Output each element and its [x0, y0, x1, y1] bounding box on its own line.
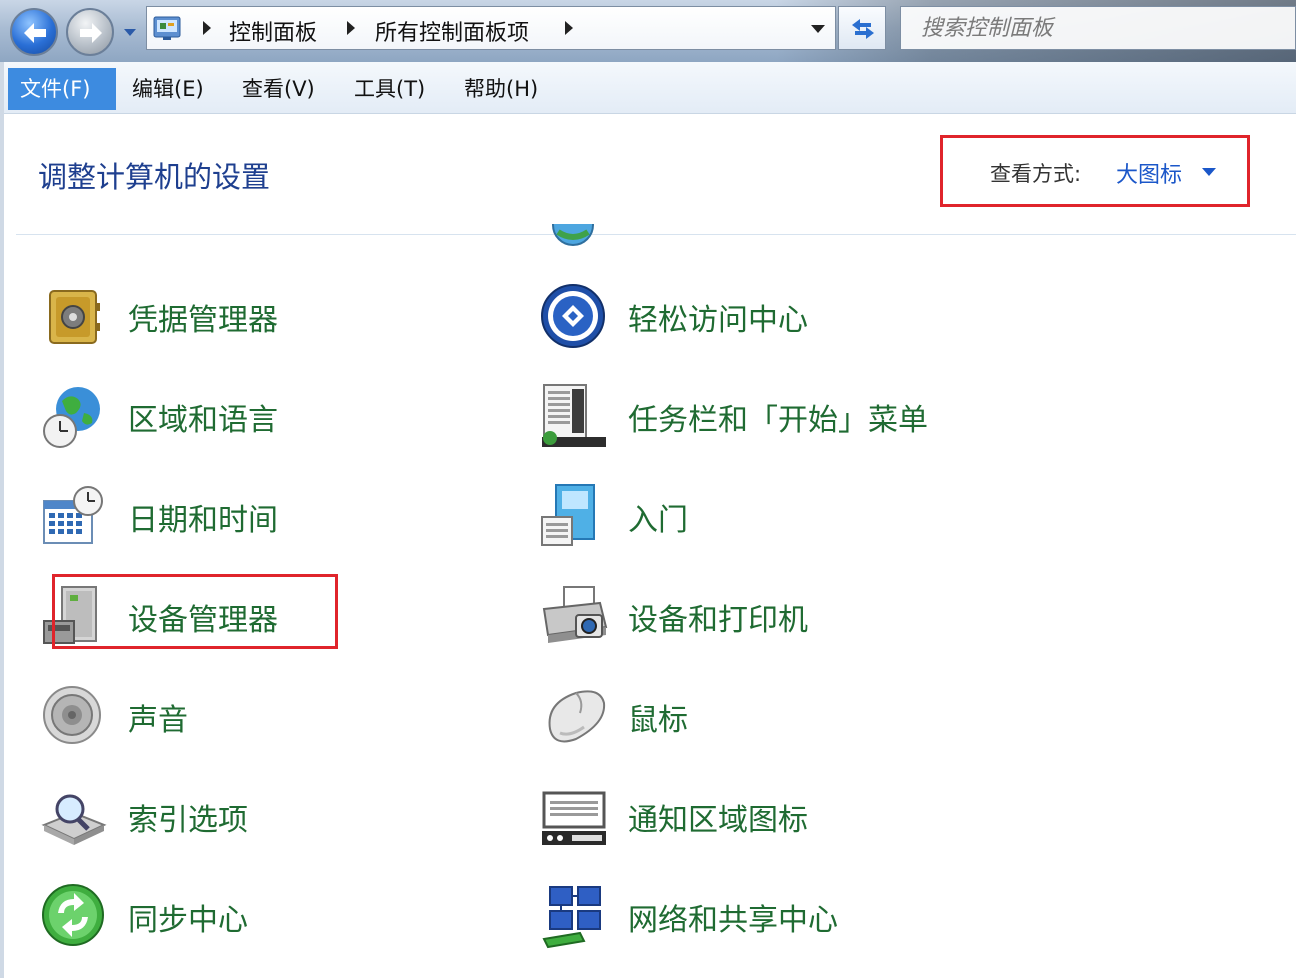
item-label: 入门 — [628, 503, 688, 538]
menu-view[interactable]: 查看(V) — [230, 68, 327, 110]
item-label: 轻松访问中心 — [628, 303, 808, 338]
menu-tools[interactable]: 工具(T) — [342, 68, 437, 110]
item-label: 鼠标 — [628, 703, 688, 738]
item-label: 网络和共享中心 — [628, 903, 838, 938]
item-label: 区域和语言 — [128, 403, 278, 438]
menu-help[interactable]: 帮助(H) — [452, 68, 550, 110]
breadcrumb-separator-icon[interactable] — [565, 21, 573, 35]
item-label: 同步中心 — [128, 903, 248, 938]
search-box[interactable] — [900, 6, 1296, 50]
menu-file[interactable]: 文件(F) — [8, 68, 116, 110]
back-button[interactable] — [10, 8, 58, 56]
globe-clock-icon — [43, 387, 100, 448]
breadcrumb-all-items[interactable]: 所有控制面板项 — [375, 15, 529, 47]
taskbar-start-icon — [542, 384, 606, 447]
calendar-clock-icon — [43, 486, 103, 544]
item-label: 通知区域图标 — [628, 803, 808, 838]
address-bar: 控制面板 所有控制面板项 — [0, 0, 1296, 62]
item-label: 设备和打印机 — [628, 603, 808, 638]
notification-area-icon — [542, 791, 606, 845]
forward-button[interactable] — [66, 8, 114, 56]
breadcrumb-control-panel[interactable]: 控制面板 — [229, 15, 317, 47]
sync-icon — [42, 884, 104, 946]
arrow-right-icon — [80, 23, 102, 43]
ease-of-access-icon — [541, 284, 605, 348]
arrow-left-icon — [24, 23, 46, 43]
item-label: 凭据管理器 — [128, 303, 278, 338]
menu-edit[interactable]: 编辑(E) — [120, 68, 216, 110]
refresh-button[interactable] — [838, 6, 886, 50]
history-dropdown-icon[interactable] — [122, 24, 138, 40]
device-manager-highlight — [52, 574, 338, 649]
item-label: 日期和时间 — [128, 503, 278, 538]
network-sharing-icon — [542, 886, 601, 949]
control-panel-icon — [153, 16, 181, 40]
item-label: 索引选项 — [128, 803, 248, 838]
search-input[interactable] — [901, 7, 1295, 49]
header-divider — [16, 234, 1296, 235]
partial-item-icon — [550, 224, 596, 248]
credential-vault-icon — [49, 290, 100, 344]
refresh-icon — [852, 19, 874, 39]
item-label: 任务栏和「开始」菜单 — [628, 403, 928, 438]
page-title: 调整计算机的设置 — [38, 160, 271, 194]
breadcrumb-separator-icon[interactable] — [347, 21, 355, 35]
menu-bar: 文件(F) 编辑(E) 查看(V) 工具(T) 帮助(H) — [0, 62, 1296, 114]
breadcrumb[interactable]: 控制面板 所有控制面板项 — [146, 6, 836, 50]
window-border — [0, 62, 4, 978]
address-dropdown-icon[interactable] — [811, 25, 825, 33]
view-by-label: 查看方式: — [990, 162, 1082, 186]
mouse-icon — [548, 690, 606, 743]
search-index-icon — [41, 794, 107, 845]
speaker-icon — [43, 686, 101, 744]
chevron-down-icon[interactable] — [1202, 168, 1216, 176]
breadcrumb-separator-icon[interactable] — [203, 21, 211, 35]
devices-printers-icon — [542, 586, 608, 643]
getting-started-icon — [541, 484, 595, 546]
item-label: 声音 — [128, 703, 188, 738]
view-by-dropdown[interactable]: 大图标 — [1116, 157, 1182, 189]
